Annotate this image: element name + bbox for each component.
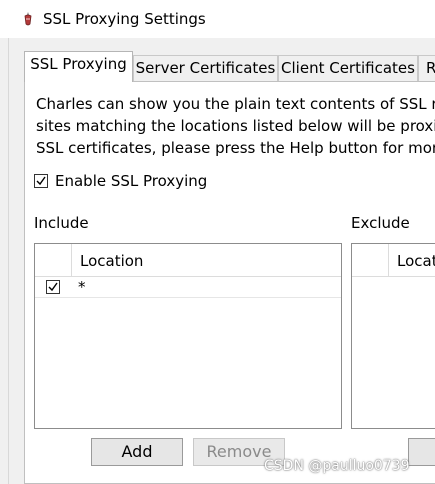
add-button[interactable]: Add	[91, 438, 183, 466]
description-text: Charles can show you the plain text cont…	[36, 93, 435, 159]
description-line: sites matching the locations listed belo…	[36, 117, 435, 135]
tab-server-certificates[interactable]: Server Certificates	[133, 55, 278, 81]
include-location-header[interactable]: Location	[72, 244, 341, 277]
include-heading: Include	[34, 214, 89, 232]
enable-ssl-label[interactable]: Enable SSL Proxying	[55, 172, 207, 190]
exclude-add-button-partial[interactable]	[408, 438, 435, 466]
table-row[interactable]: *	[35, 277, 341, 298]
tab-ssl-proxying[interactable]: SSL Proxying	[24, 51, 133, 82]
checkmark-icon	[36, 176, 46, 186]
checkmark-icon	[48, 282, 58, 292]
exclude-heading: Exclude	[351, 214, 410, 232]
include-check-column-header	[35, 244, 72, 277]
tab-partial[interactable]: R	[418, 55, 435, 81]
row-location: *	[78, 278, 86, 296]
watermark: CSDN @paulluo0739	[264, 458, 410, 474]
include-table[interactable]: Location *	[34, 243, 342, 429]
exclude-check-column-header	[352, 244, 389, 277]
tab-client-certificates[interactable]: Client Certificates	[278, 55, 418, 81]
enable-ssl-checkbox[interactable]	[34, 174, 48, 188]
tab-bar: SSL Proxying Server Certificates Client …	[0, 0, 435, 86]
row-enabled-checkbox[interactable]	[46, 280, 60, 294]
exclude-table[interactable]: Locat	[351, 243, 435, 429]
description-line: Charles can show you the plain text cont…	[36, 95, 435, 113]
exclude-location-header[interactable]: Locat	[389, 244, 435, 277]
description-line: SSL certificates, please press the Help …	[36, 139, 435, 157]
